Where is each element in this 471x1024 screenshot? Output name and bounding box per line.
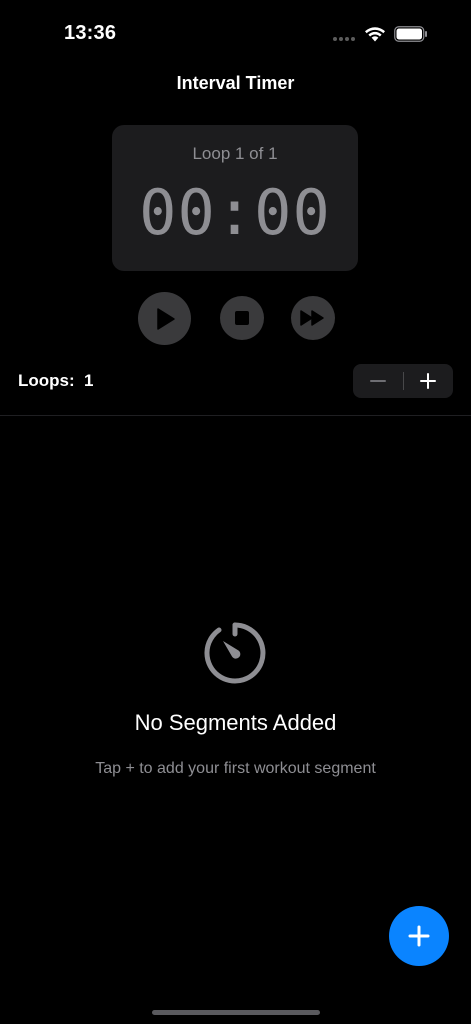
wifi-icon: [365, 27, 385, 42]
loops-stepper: [353, 364, 453, 398]
divider: [0, 415, 471, 416]
increment-loops-button[interactable]: [403, 364, 453, 398]
time-display: 00:00: [139, 176, 331, 249]
play-button[interactable]: [138, 292, 191, 345]
home-indicator[interactable]: [152, 1010, 320, 1015]
decrement-loops-button[interactable]: [353, 364, 403, 398]
status-time: 13:36: [64, 22, 117, 44]
cellular-signal-icon: [333, 37, 357, 42]
play-icon: [156, 307, 175, 330]
battery-icon: [394, 26, 427, 42]
loops-value: 1: [84, 371, 94, 390]
fast-forward-icon: [300, 310, 324, 326]
add-segment-button[interactable]: [389, 906, 449, 966]
stop-icon: [235, 311, 249, 325]
timer-icon: [204, 622, 266, 684]
fast-forward-button[interactable]: [291, 296, 335, 340]
page-title: Interval Timer: [176, 73, 295, 93]
minus-icon: [370, 380, 386, 382]
stop-button[interactable]: [220, 296, 264, 340]
loop-counter-label: Loop 1 of 1: [192, 144, 278, 163]
plus-icon: [408, 925, 430, 947]
plus-icon: [420, 373, 436, 389]
empty-state-subtitle: Tap + to add your first workout segment: [95, 760, 376, 777]
timer-display-card: Loop 1 of 1 00:00: [112, 125, 358, 271]
empty-state-title: No Segments Added: [134, 710, 337, 735]
loops-label: Loops:: [18, 371, 75, 390]
